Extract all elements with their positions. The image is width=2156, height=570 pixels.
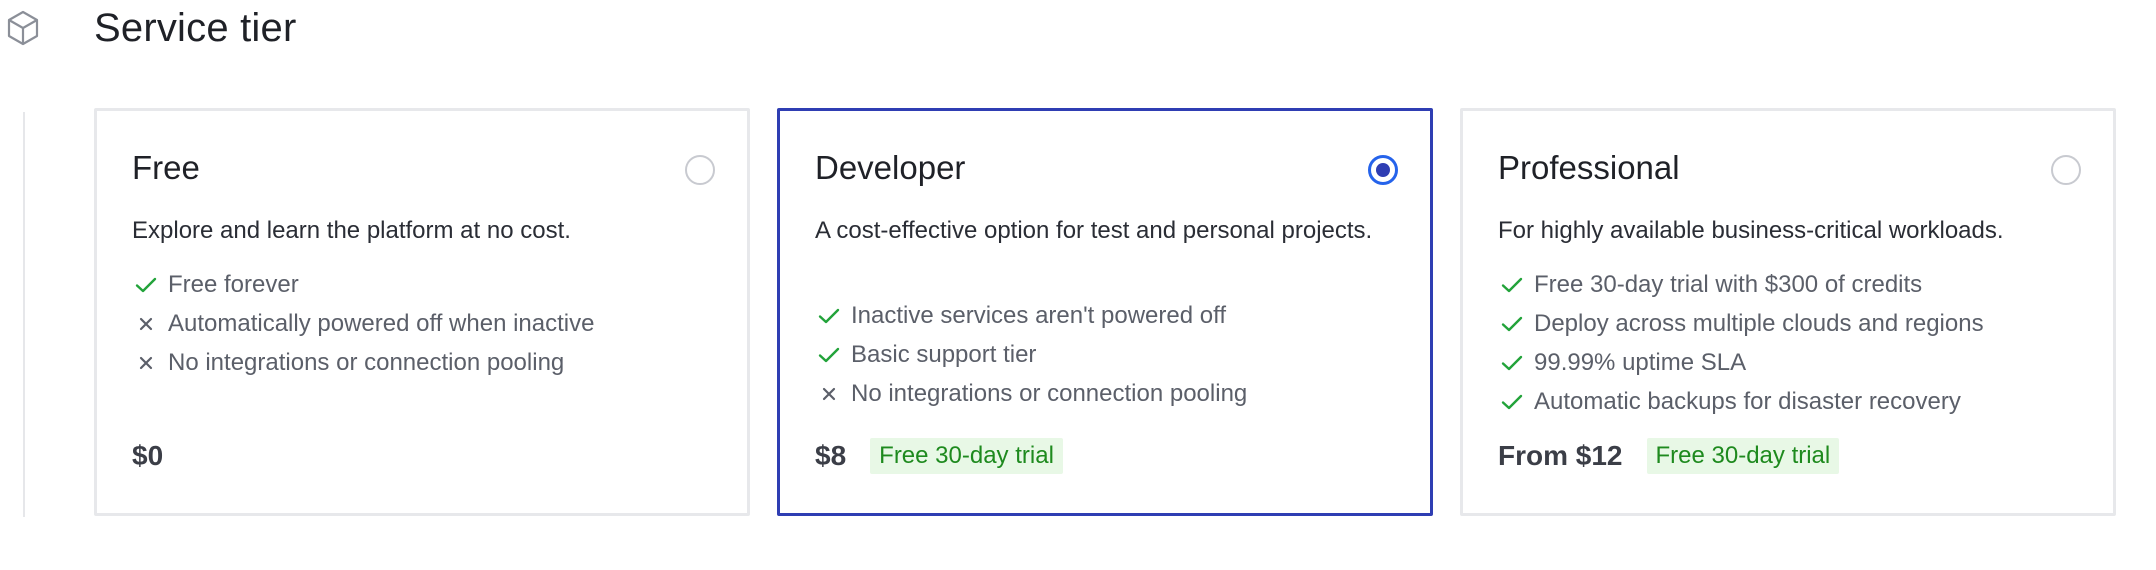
price-row: $0 <box>132 436 163 476</box>
cross-icon <box>139 317 153 330</box>
feature-text: 99.99% uptime SLA <box>1534 348 1747 376</box>
tier-card-professional[interactable]: Professional For highly available busine… <box>1460 108 2116 516</box>
tier-price: $0 <box>132 440 164 471</box>
tier-description: A cost-effective option for test and per… <box>815 217 1373 244</box>
page-title: Service tier <box>94 6 297 50</box>
price-row: $8 Free 30-day trial <box>815 436 1063 476</box>
tier-description: For highly available business-critical w… <box>1498 217 2004 244</box>
tier-title: Professional <box>1498 149 1680 186</box>
feature-item: Basic support tier <box>815 335 1247 374</box>
tier-price: From $12 <box>1498 440 1623 471</box>
feature-item: Free 30-day trial with $300 of credits <box>1498 265 1984 304</box>
tier-card-developer[interactable]: Developer A cost-effective option for te… <box>777 108 1433 516</box>
check-icon <box>135 277 157 292</box>
feature-text: Automatic backups for disaster recovery <box>1534 387 1961 415</box>
feature-item: Deploy across multiple clouds and region… <box>1498 304 1984 343</box>
feature-item: 99.99% uptime SLA <box>1498 343 1984 382</box>
check-icon <box>1501 316 1523 331</box>
check-icon <box>818 347 840 362</box>
tier-title: Developer <box>815 149 966 186</box>
feature-text: No integrations or connection pooling <box>851 379 1248 407</box>
trial-badge: Free 30-day trial <box>870 438 1063 474</box>
check-icon <box>1501 394 1523 409</box>
feature-list: Inactive services aren't powered off Bas… <box>815 296 1247 413</box>
tier-radio-professional[interactable] <box>2051 155 2081 185</box>
feature-item: No integrations or connection pooling <box>132 343 594 382</box>
feature-text: Free 30-day trial with $300 of credits <box>1534 270 1923 298</box>
feature-text: Free forever <box>168 270 299 298</box>
tier-price: $8 <box>815 440 847 471</box>
feature-text: Basic support tier <box>851 340 1037 368</box>
tier-card-free[interactable]: Free Explore and learn the platform at n… <box>94 108 750 516</box>
feature-list: Free forever Automatically powered off w… <box>132 265 594 382</box>
tier-description: Explore and learn the platform at no cos… <box>132 217 571 244</box>
feature-item: Inactive services aren't powered off <box>815 296 1247 335</box>
tier-radio-free[interactable] <box>685 155 715 185</box>
price-row: From $12 Free 30-day trial <box>1498 436 1840 476</box>
feature-list: Free 30-day trial with $300 of credits D… <box>1498 265 1984 421</box>
feature-item: Free forever <box>132 265 594 304</box>
check-icon <box>818 308 840 323</box>
page-header: Service tier <box>0 0 2156 60</box>
tier-title: Free <box>132 149 200 186</box>
tier-radio-developer[interactable] <box>1368 155 1398 185</box>
cube-icon <box>7 10 39 46</box>
cross-icon <box>822 387 836 400</box>
left-divider <box>23 112 25 517</box>
check-icon <box>1501 355 1523 370</box>
check-icon <box>1501 277 1523 292</box>
feature-text: Inactive services aren't powered off <box>851 301 1226 329</box>
cross-icon <box>139 356 153 369</box>
feature-item: Automatically powered off when inactive <box>132 304 594 343</box>
feature-item: Automatic backups for disaster recovery <box>1498 382 1984 421</box>
feature-text: Automatically powered off when inactive <box>168 309 595 337</box>
trial-badge: Free 30-day trial <box>1646 438 1840 474</box>
feature-text: Deploy across multiple clouds and region… <box>1534 309 1984 337</box>
feature-item: No integrations or connection pooling <box>815 374 1247 413</box>
feature-text: No integrations or connection pooling <box>168 348 565 376</box>
